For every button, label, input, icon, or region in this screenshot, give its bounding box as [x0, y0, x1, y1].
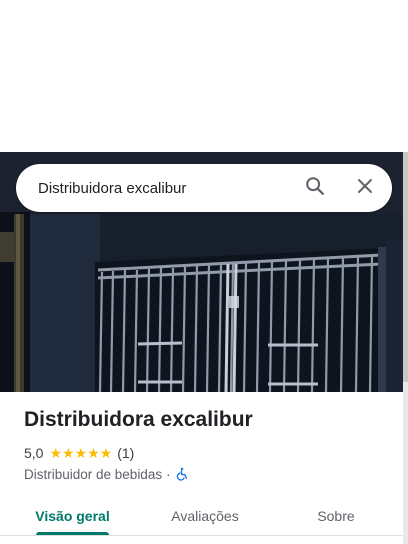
blank-area — [0, 0, 408, 152]
tab-reviews[interactable]: Avaliações — [150, 492, 260, 540]
wheelchair-icon — [175, 467, 189, 481]
search-icon — [304, 175, 326, 202]
panel-scrollbar[interactable] — [403, 152, 408, 544]
search-bar — [16, 164, 392, 212]
search-input[interactable] — [38, 164, 298, 212]
scrollbar-thumb[interactable] — [403, 152, 408, 382]
rating-value: 5,0 — [24, 445, 44, 461]
tab-about[interactable]: Sobre — [290, 492, 382, 540]
review-count-link[interactable]: (1) — [117, 445, 134, 461]
place-title: Distribuidora excalibur — [24, 408, 253, 431]
place-tabs: Visão geral Avaliações Sobre — [0, 492, 403, 544]
rating-row: 5,0 ★★★★★ (1) — [24, 444, 134, 462]
place-panel: Distribuidora excalibur 5,0 ★★★★★ (1) Di… — [0, 152, 403, 544]
search-button[interactable] — [301, 174, 329, 202]
star-rating: ★★★★★ — [49, 444, 113, 461]
place-category[interactable]: Distribuidor de bebidas — [24, 467, 162, 482]
category-row: Distribuidor de bebidas · — [24, 465, 189, 483]
separator: · — [166, 466, 171, 482]
close-button[interactable] — [351, 174, 379, 202]
tabs-divider — [0, 535, 403, 536]
close-icon — [356, 177, 374, 200]
